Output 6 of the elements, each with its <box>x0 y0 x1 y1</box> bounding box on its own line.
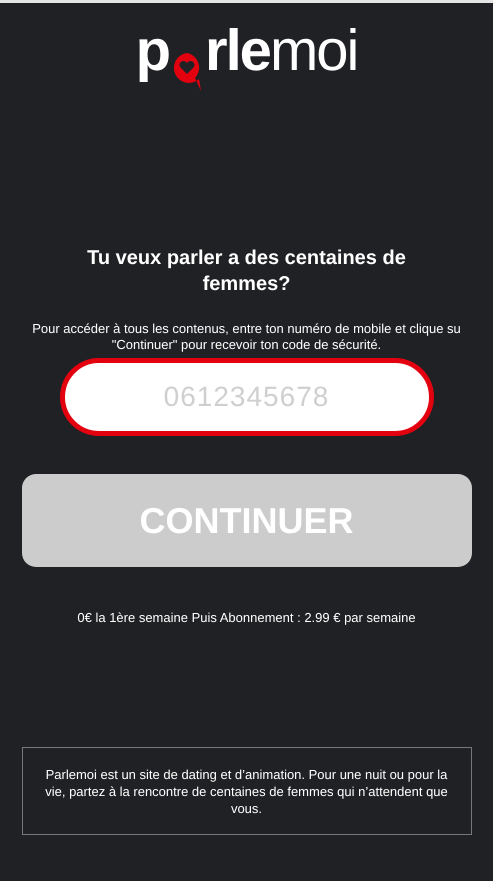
instruction-text: "Continuer" pour recevoir ton code de sécurité. <box>112 337 382 353</box>
pricing-text: 0€ la 1ère semaine Puis Abonnement : 2.99 € par semaine <box>77 610 416 626</box>
info-text: Parlemoi est un site de dating et d’animation. Pour une nuit ou pour la vie, partez à la rencontre de centaines de femmes qui n’attendent que vous. <box>44 766 449 816</box>
logo: p rlemoi <box>136 19 358 83</box>
instruction-text: Pour accéder à tous les contenus, entre ton numéro de mobile et clique su <box>32 321 461 337</box>
headline: Tu veux parler a des centaines de femmes? <box>86 246 407 297</box>
